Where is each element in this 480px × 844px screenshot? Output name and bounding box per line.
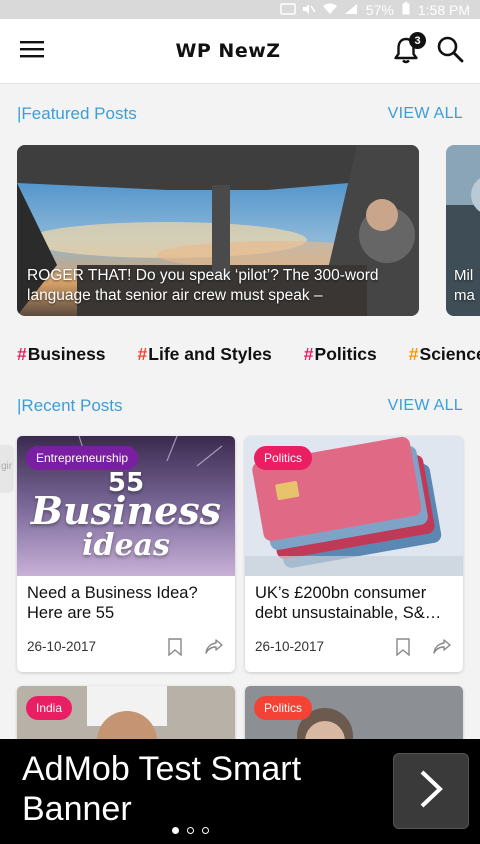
ad-text: AdMob Test Smart Banner	[22, 750, 302, 828]
tag-politics[interactable]: # Politics	[304, 344, 377, 374]
post-actions	[167, 638, 223, 661]
tag-label: Science	[419, 344, 480, 364]
previous-card-peek[interactable]: gir	[0, 445, 14, 493]
post-actions	[395, 638, 451, 661]
tag-science[interactable]: # Science	[409, 344, 480, 374]
hamburger-icon	[20, 40, 44, 63]
peek-text: gir	[1, 461, 13, 472]
page-dot	[202, 827, 209, 834]
post-card[interactable]: Politics UK’s £200bn consumer debt unsus…	[245, 436, 463, 672]
page-dot	[172, 827, 179, 834]
page-dot	[187, 827, 194, 834]
recent-title: |Recent Posts	[17, 396, 123, 415]
featured-view-all-link[interactable]: VIEW ALL	[388, 105, 463, 123]
post-card[interactable]: Politics	[245, 686, 463, 746]
featured-card[interactable]: Mil ma	[446, 145, 480, 316]
tag-label: Life and Styles	[148, 344, 272, 364]
notifications-button[interactable]: 3	[392, 32, 426, 68]
ad-banner[interactable]: AdMob Test Smart Banner	[0, 739, 480, 844]
share-icon[interactable]	[433, 638, 451, 661]
featured-caption: Mil ma	[454, 267, 475, 304]
tag-label: Business	[27, 344, 106, 364]
pagination-dots	[172, 827, 209, 834]
bookmark-icon[interactable]	[167, 638, 183, 661]
image-text-ideas: ideas	[82, 528, 170, 563]
image-text-business: Business	[30, 488, 222, 533]
tag-hash: #	[303, 344, 314, 364]
tag-hash: #	[408, 344, 419, 364]
battery-icon	[402, 1, 410, 18]
ad-next-button[interactable]	[393, 753, 469, 829]
post-date: 26-10-2017	[255, 639, 325, 654]
bookmark-icon[interactable]	[395, 638, 411, 661]
featured-title: |Featured Posts	[17, 104, 137, 123]
bell-icon	[392, 37, 420, 68]
featured-caption: ROGER THAT! Do you speak ‘pilot’? The 30…	[27, 267, 379, 304]
clock: 1:58 PM	[417, 1, 470, 18]
featured-carousel[interactable]: ROGER THAT! Do you speak ‘pilot’? The 30…	[17, 145, 480, 316]
post-category-badge[interactable]: India	[26, 696, 73, 720]
recent-view-all-link[interactable]: VIEW ALL	[388, 397, 463, 415]
menu-button[interactable]	[0, 19, 64, 84]
post-title[interactable]: Need a Business Idea? Here are 55	[27, 583, 227, 625]
status-icons	[280, 2, 358, 18]
cast-icon	[280, 2, 296, 18]
tag-label: Politics	[314, 344, 377, 364]
mute-icon	[302, 2, 316, 18]
post-card[interactable]: India	[17, 686, 235, 746]
featured-card[interactable]: ROGER THAT! Do you speak ‘pilot’? The 30…	[17, 145, 419, 316]
chevron-right-icon	[416, 769, 446, 814]
status-bar: 57% 1:58 PM	[0, 0, 480, 19]
post-category-badge[interactable]: Politics	[254, 446, 313, 470]
notification-badge: 3	[409, 32, 426, 49]
post-category-badge[interactable]: Entrepreneurship	[26, 446, 139, 470]
tag-hash: #	[17, 344, 27, 364]
post-date: 26-10-2017	[27, 639, 97, 654]
post-card[interactable]: 55 Business ideas Entrepreneurship Need …	[17, 436, 235, 672]
featured-section-header: |Featured Posts VIEW ALL	[17, 104, 463, 124]
post-title[interactable]: UK’s £200bn consumer debt unsustainable,…	[255, 583, 455, 625]
recent-section-header: |Recent Posts VIEW ALL	[17, 396, 463, 416]
post-category-badge[interactable]: Politics	[254, 696, 313, 720]
category-tags: # Business # Life and Styles # Politics # Sc…	[17, 344, 480, 374]
app-header: WP NewZ 3	[0, 19, 480, 84]
wifi-icon	[322, 2, 338, 18]
signal-icon	[344, 2, 358, 18]
header-actions: 3	[392, 32, 480, 68]
tag-life-and-styles[interactable]: # Life and Styles	[138, 344, 272, 374]
app-title: WP NewZ	[175, 40, 281, 62]
share-icon[interactable]	[205, 638, 223, 661]
battery-percent: 57%	[365, 1, 394, 18]
search-icon[interactable]	[436, 35, 464, 68]
tag-hash: #	[137, 344, 148, 364]
tag-business[interactable]: # Business	[17, 344, 106, 374]
